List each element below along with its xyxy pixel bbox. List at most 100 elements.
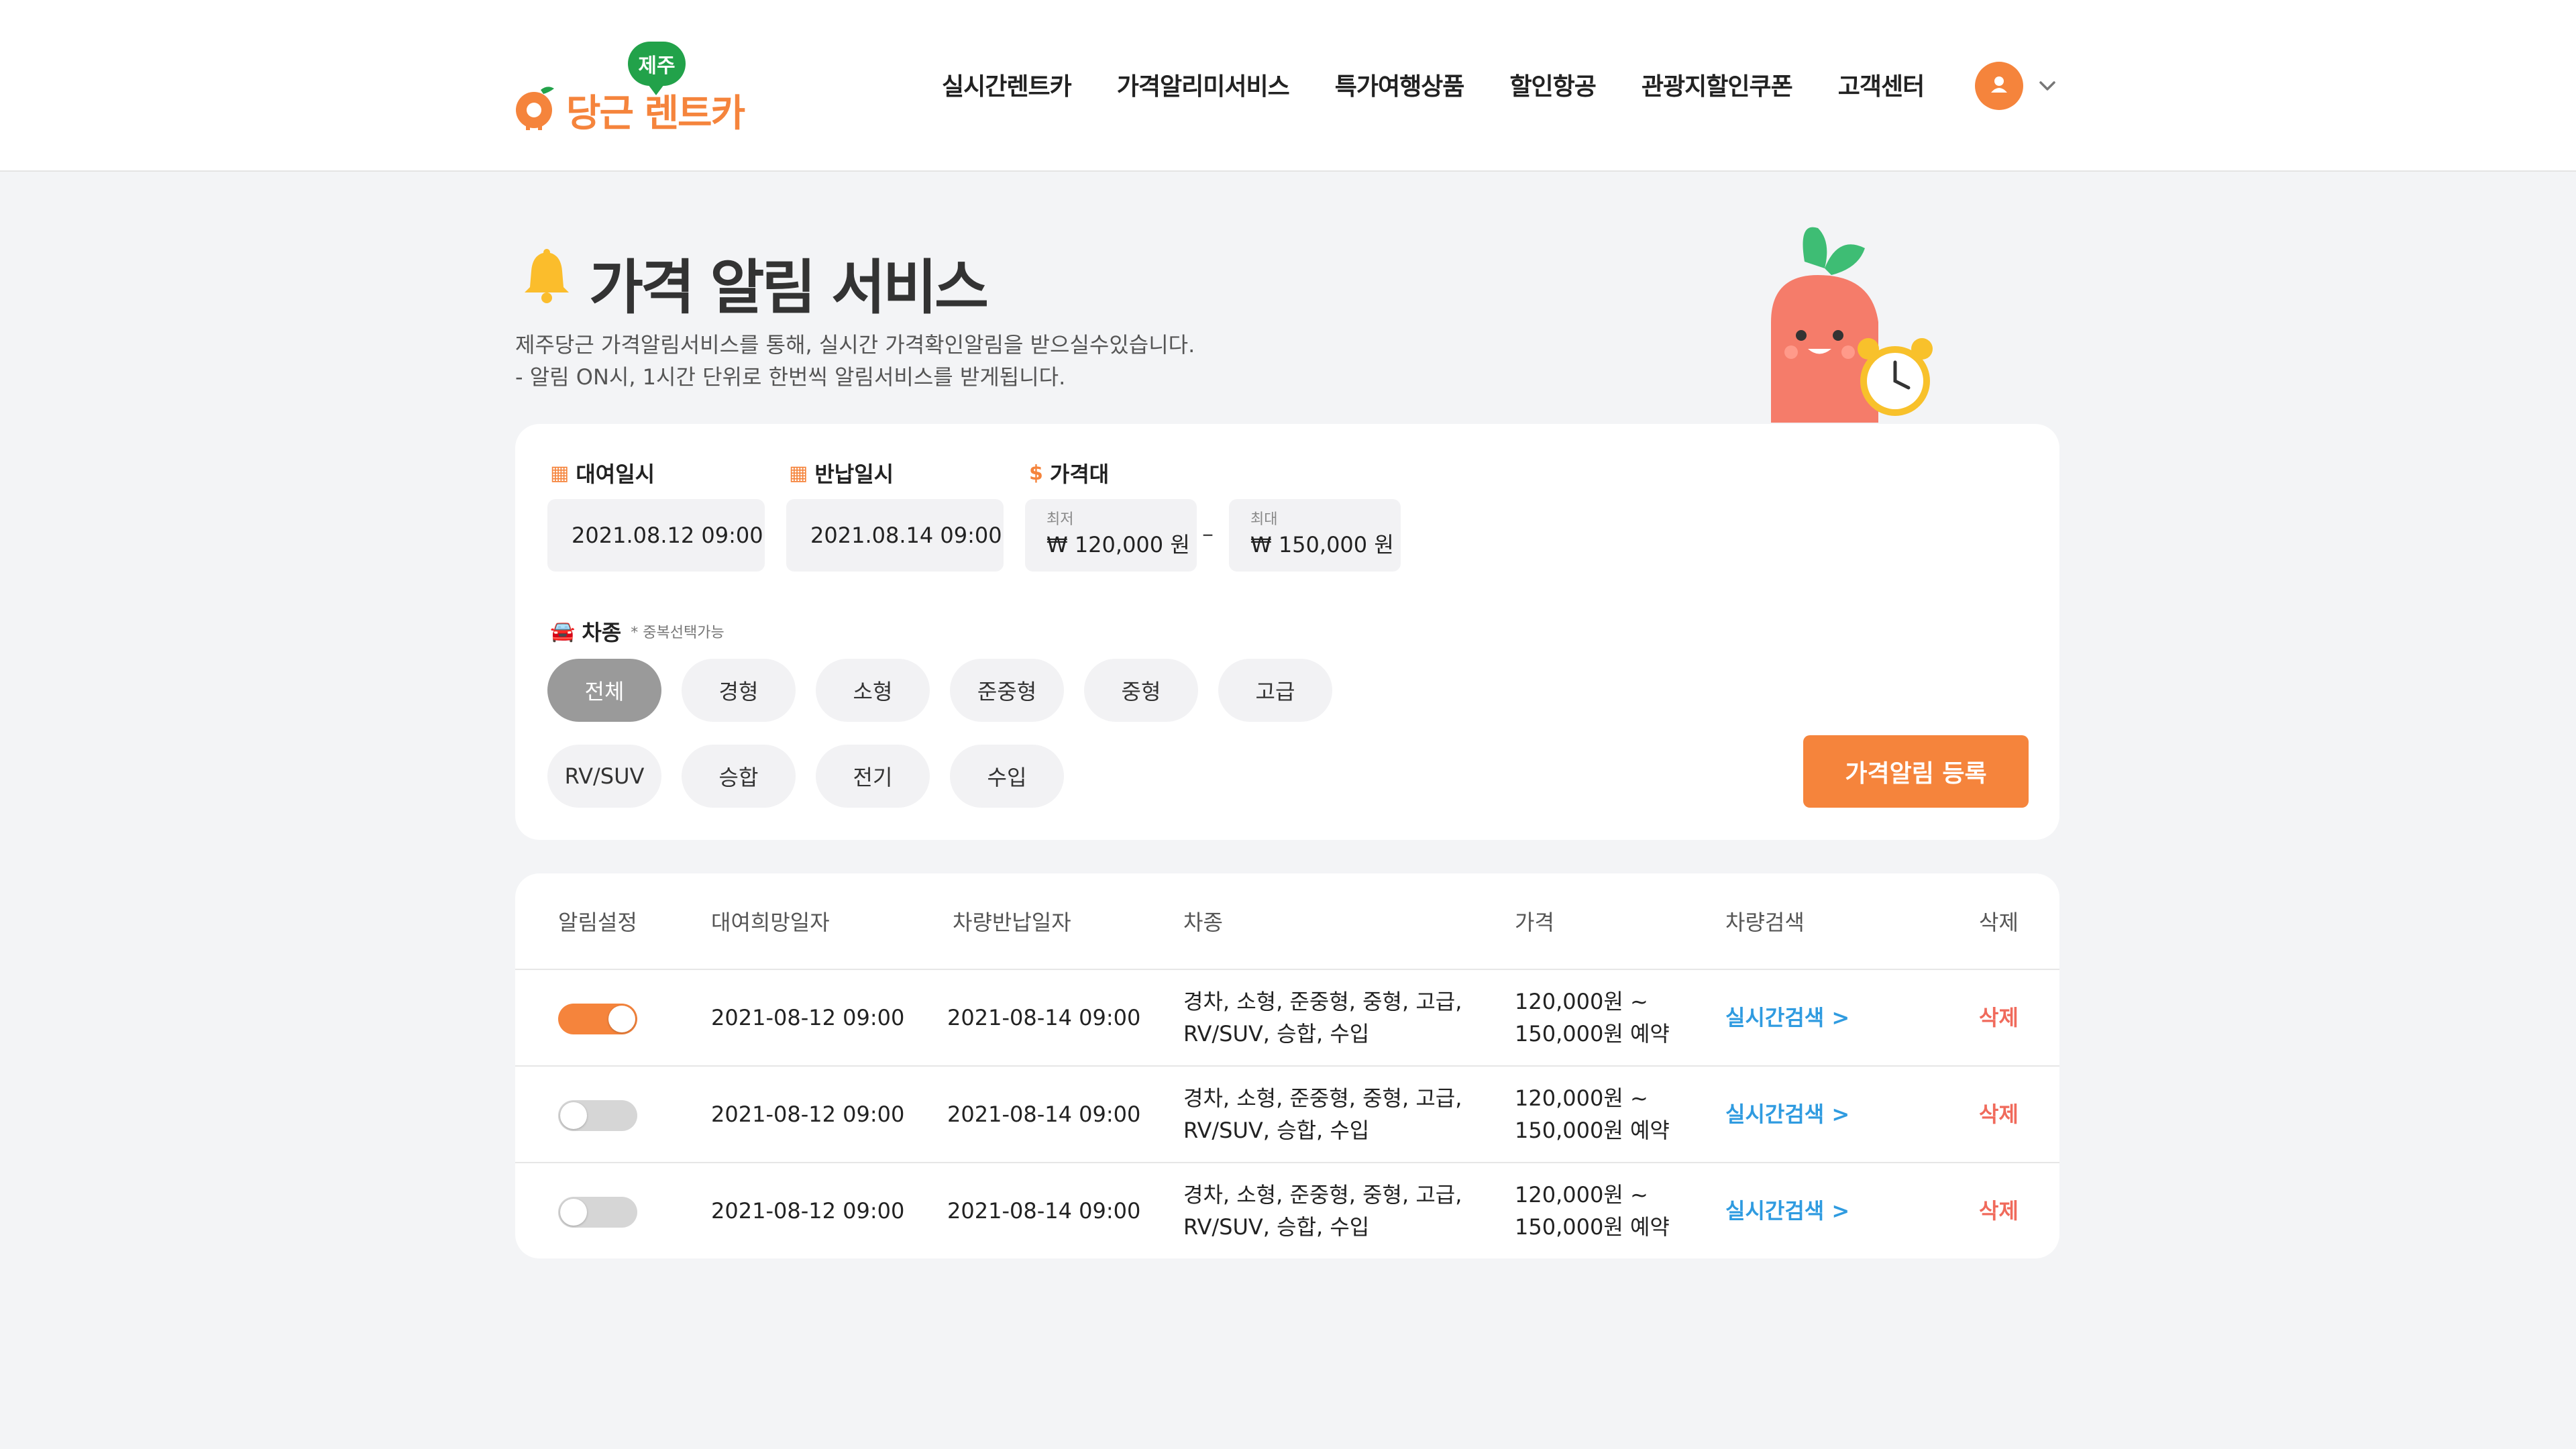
table-row: 2021-08-12 09:00 2021-08-14 09:00 경차, 소형… xyxy=(515,970,2059,1067)
chip-light[interactable]: 경형 xyxy=(682,659,796,722)
bell-icon xyxy=(525,249,569,303)
car-type-line-2: RV/SUV, 승합, 수입 xyxy=(1183,1118,1370,1143)
realtime-search-link[interactable]: 실시간검색 > xyxy=(1725,1098,1849,1130)
price-line-2: 150,000원 예약 xyxy=(1515,1214,1670,1240)
nav-item-realtime-rentcar[interactable]: 실시간렌트카 xyxy=(942,67,1072,102)
car-type-line-1: 경차, 소형, 준중형, 중형, 고급, xyxy=(1183,1182,1462,1208)
table-header: 알림설정 대여희망일자 차량반납일자 차종 가격 차량검색 삭제 xyxy=(515,873,2059,970)
logo-text: 당근 렌트카 xyxy=(566,92,745,136)
price-line-2: 150,000원 예약 xyxy=(1515,1021,1670,1046)
delete-button[interactable]: 삭제 xyxy=(1979,1002,2019,1034)
col-alert-setting: 알림설정 xyxy=(558,910,637,935)
col-price: 가격 xyxy=(1515,910,1554,935)
rent-date-cell: 2021-08-12 09:00 xyxy=(711,1005,905,1030)
realtime-search-link[interactable]: 실시간검색 > xyxy=(1725,1195,1849,1227)
alert-table: 알림설정 대여희망일자 차량반납일자 차종 가격 차량검색 삭제 2021-08… xyxy=(515,873,2059,1258)
user-icon xyxy=(1991,76,2007,93)
car-type-cell: 경차, 소형, 준중형, 중형, 고급, RV/SUV, 승합, 수입 xyxy=(1183,985,1462,1050)
delete-button[interactable]: 삭제 xyxy=(1979,1098,2019,1130)
price-cell: 120,000원 ~ 150,000원 예약 xyxy=(1515,1179,1670,1243)
chip-all[interactable]: 전체 xyxy=(547,659,661,722)
return-date-cell: 2021-08-14 09:00 xyxy=(947,1198,1141,1224)
register-alert-button[interactable]: 가격알림 등록 xyxy=(1803,735,2029,808)
toggle-knob xyxy=(560,1102,587,1129)
alert-toggle[interactable] xyxy=(558,1100,637,1131)
chip-van[interactable]: 승합 xyxy=(682,745,796,808)
return-date-label-text: 반납일시 xyxy=(814,462,894,487)
col-return-date: 차량반납일자 xyxy=(953,910,1071,935)
price-range-dash: – xyxy=(1202,521,1214,547)
rent-date-cell: 2021-08-12 09:00 xyxy=(711,1102,905,1127)
nav-item-tour-coupon[interactable]: 관광지할인쿠폰 xyxy=(1642,67,1793,102)
nav-item-discount-flight[interactable]: 할인항공 xyxy=(1509,67,1596,102)
return-date-cell: 2021-08-14 09:00 xyxy=(947,1005,1141,1030)
alert-toggle[interactable] xyxy=(558,1197,637,1228)
calendar-icon: ▦ xyxy=(550,461,570,485)
nav-item-customer-center[interactable]: 고객센터 xyxy=(1838,67,1925,102)
car-type-label: 🚘 차종 * 중복선택가능 xyxy=(550,616,724,647)
calendar-icon: ▦ xyxy=(789,461,808,485)
col-rent-date: 대여희망일자 xyxy=(711,910,830,935)
car-type-cell: 경차, 소형, 준중형, 중형, 고급, RV/SUV, 승합, 수입 xyxy=(1183,1082,1462,1146)
col-delete: 삭제 xyxy=(1979,910,2019,935)
price-max-field[interactable]: 최대 ₩ 150,000 원 xyxy=(1229,499,1401,572)
logo[interactable]: 제주 당근 렌트카 xyxy=(514,42,755,136)
car-type-line-1: 경차, 소형, 준중형, 중형, 고급, xyxy=(1183,989,1462,1014)
return-date-label: ▦ 반납일시 xyxy=(789,458,894,488)
chip-midsize[interactable]: 중형 xyxy=(1084,659,1198,722)
col-car-search: 차량검색 xyxy=(1725,910,1805,935)
nav-item-special-travel[interactable]: 특가여행상품 xyxy=(1335,67,1465,102)
price-range-label: $ 가격대 xyxy=(1029,458,1109,488)
rent-date-label: ▦ 대여일시 xyxy=(550,458,655,488)
car-type-note: * 중복선택가능 xyxy=(631,625,724,641)
col-car-type: 차종 xyxy=(1183,910,1223,935)
chip-small[interactable]: 소형 xyxy=(816,659,930,722)
rent-date-label-text: 대여일시 xyxy=(576,462,655,487)
table-row: 2021-08-12 09:00 2021-08-14 09:00 경차, 소형… xyxy=(515,1067,2059,1163)
price-cell: 120,000원 ~ 150,000원 예약 xyxy=(1515,1082,1670,1146)
price-cell: 120,000원 ~ 150,000원 예약 xyxy=(1515,985,1670,1050)
car-type-line-2: RV/SUV, 승합, 수입 xyxy=(1183,1214,1370,1240)
price-line-1: 120,000원 ~ xyxy=(1515,1085,1648,1111)
price-max-value: ₩ 150,000 원 xyxy=(1250,532,1394,557)
chip-compact[interactable]: 준중형 xyxy=(950,659,1064,722)
car-type-line-2: RV/SUV, 승합, 수입 xyxy=(1183,1021,1370,1046)
page-title: 가격 알림 서비스 xyxy=(589,253,989,322)
realtime-search-link[interactable]: 실시간검색 > xyxy=(1725,1002,1849,1034)
car-type-label-text: 차종 xyxy=(582,620,622,645)
rent-date-field[interactable]: 2021.08.12 09:00 xyxy=(547,499,765,572)
chip-luxury[interactable]: 고급 xyxy=(1218,659,1332,722)
price-line-2: 150,000원 예약 xyxy=(1515,1118,1670,1143)
car-icon: 🚘 xyxy=(550,619,576,643)
nav-item-price-alert[interactable]: 가격알리미서비스 xyxy=(1117,67,1290,102)
carrot-alarm-mascot xyxy=(1771,227,1933,423)
alert-toggle[interactable] xyxy=(558,1004,637,1034)
price-range-label-text: 가격대 xyxy=(1049,462,1110,487)
chip-rv-suv[interactable]: RV/SUV xyxy=(547,745,661,808)
return-date-field[interactable]: 2021.08.14 09:00 xyxy=(786,499,1004,572)
main-nav: 실시간렌트카 가격알리미서비스 특가여행상품 할인항공 관광지할인쿠폰 고객센터 xyxy=(942,67,1925,102)
car-type-line-1: 경차, 소형, 준중형, 중형, 고급, xyxy=(1183,1085,1462,1111)
price-min-field[interactable]: 최저 ₩ 120,000 원 xyxy=(1025,499,1197,572)
user-avatar[interactable] xyxy=(1975,62,2023,110)
page-description: 제주당근 가격알림서비스를 통해, 실시간 가격확인알림을 받으실수있습니다. … xyxy=(515,329,1195,393)
filter-card: ▦ 대여일시 2021.08.12 09:00 ▦ 반납일시 2021.08.1… xyxy=(515,424,2059,840)
chip-import[interactable]: 수입 xyxy=(950,745,1064,808)
toggle-knob xyxy=(608,1006,635,1032)
car-type-cell: 경차, 소형, 준중형, 중형, 고급, RV/SUV, 승합, 수입 xyxy=(1183,1179,1462,1243)
logo-badge: 제주 xyxy=(628,42,686,95)
price-line-1: 120,000원 ~ xyxy=(1515,989,1648,1014)
price-max-caption: 최대 xyxy=(1250,511,1278,528)
dollar-icon: $ xyxy=(1029,461,1043,485)
carrot-logo-icon xyxy=(516,87,554,130)
price-min-value: ₩ 120,000 원 xyxy=(1046,532,1190,557)
table-row: 2021-08-12 09:00 2021-08-14 09:00 경차, 소형… xyxy=(515,1163,2059,1258)
toggle-knob xyxy=(560,1199,587,1226)
chevron-down-icon[interactable] xyxy=(2035,74,2059,98)
chip-electric[interactable]: 전기 xyxy=(816,745,930,808)
description-line-2: - 알림 ON시, 1시간 단위로 한번씩 알림서비스를 받게됩니다. xyxy=(515,364,1066,390)
rent-date-cell: 2021-08-12 09:00 xyxy=(711,1198,905,1224)
delete-button[interactable]: 삭제 xyxy=(1979,1195,2019,1227)
return-date-cell: 2021-08-14 09:00 xyxy=(947,1102,1141,1127)
site-header: 제주 당근 렌트카 실시간렌트카 가격알리미서비스 특가여행상품 할인항공 관광… xyxy=(0,0,2576,172)
